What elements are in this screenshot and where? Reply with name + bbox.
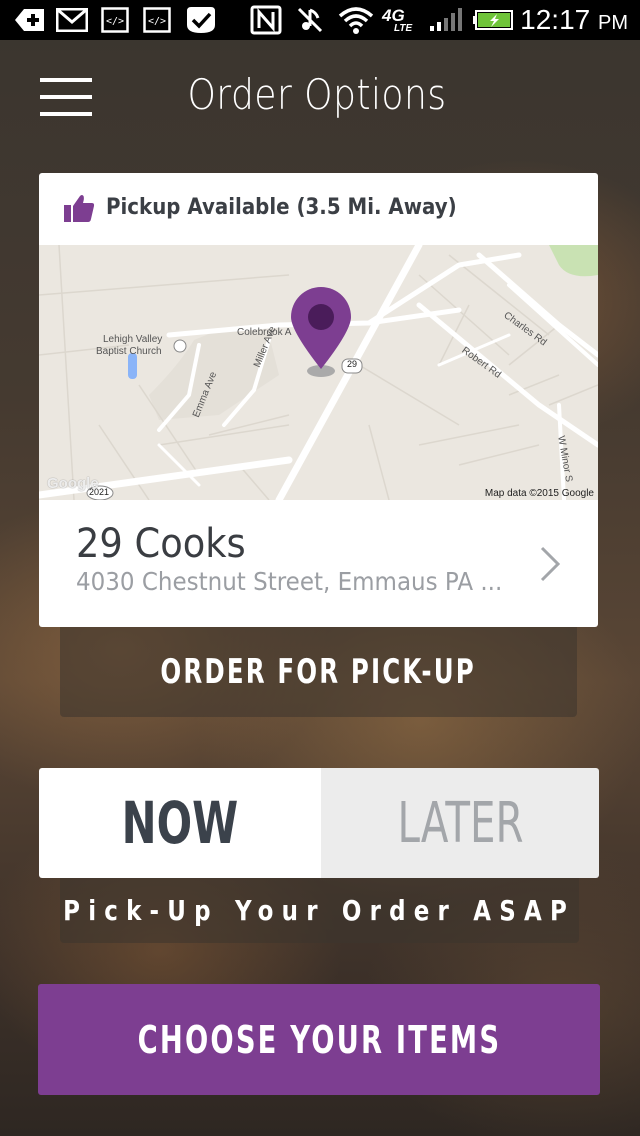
status-bar: </> </> 4G LTE 12:17 PM [0,0,640,40]
map-copyright: Map data ©2015 Google [484,488,594,499]
status-time: 12:17 PM [520,4,628,36]
signal-icon [428,6,464,34]
page-title: Order Options [187,70,447,119]
gmail-icon [56,6,88,34]
later-tab[interactable]: LATER [321,768,599,878]
pickup-availability-text: Pickup Available (3.5 Mi. Away) [106,195,457,220]
battery-charging-icon [473,6,515,34]
restaurant-name[interactable]: 29 Cooks [76,521,246,567]
pickup-time-text: Pick-Up Your Order ASAP [63,894,576,927]
thumbs-up-icon [64,195,95,222]
map-label-church-2: Baptist Church [96,346,162,357]
chevron-right-icon[interactable] [538,545,562,583]
mute-icon [296,6,324,34]
status-time-value: 12:17 [520,4,591,35]
location-map[interactable]: Lehigh Valley Baptist Church Colebrook A… [39,245,598,500]
pickup-time-description: Pick-Up Your Order ASAP [60,878,579,943]
network-type: 4G [382,5,405,25]
now-tab-label: NOW [121,789,239,857]
timing-toggle: NOW LATER [39,768,599,878]
code-icon: </> [101,6,129,34]
network-indicator: 4G LTE [382,6,422,34]
status-time-ampm: PM [598,12,628,34]
google-logo: Google [47,475,99,492]
choose-items-button[interactable]: CHOOSE YOUR ITEMS [38,984,600,1095]
network-subtype: LTE [394,22,413,34]
svg-text:</>: </> [148,16,166,27]
order-for-pickup-button[interactable]: ORDER FOR PICK-UP [60,627,577,717]
restaurant-address[interactable]: 4030 Chestnut Street, Emmaus PA ... [76,567,502,596]
wifi-icon [337,6,375,34]
add-icon [14,6,46,34]
svg-text:</>: </> [106,16,124,27]
restaurant-card: Pickup Available (3.5 Mi. Away) Lehigh V… [39,173,598,627]
check-badge-icon [183,6,219,34]
order-type-label: ORDER FOR PICK-UP [160,652,477,692]
nfc-icon [250,5,282,35]
map-label-church: Lehigh Valley [103,334,163,345]
later-tab-label: LATER [397,790,523,856]
now-tab[interactable]: NOW [39,768,321,878]
pickup-availability-row: Pickup Available (3.5 Mi. Away) [39,173,598,245]
map-roads [39,245,598,500]
route-29-shield: 29 [347,359,358,369]
choose-items-label: CHOOSE YOUR ITEMS [137,1017,501,1062]
code-icon: </> [143,6,171,34]
